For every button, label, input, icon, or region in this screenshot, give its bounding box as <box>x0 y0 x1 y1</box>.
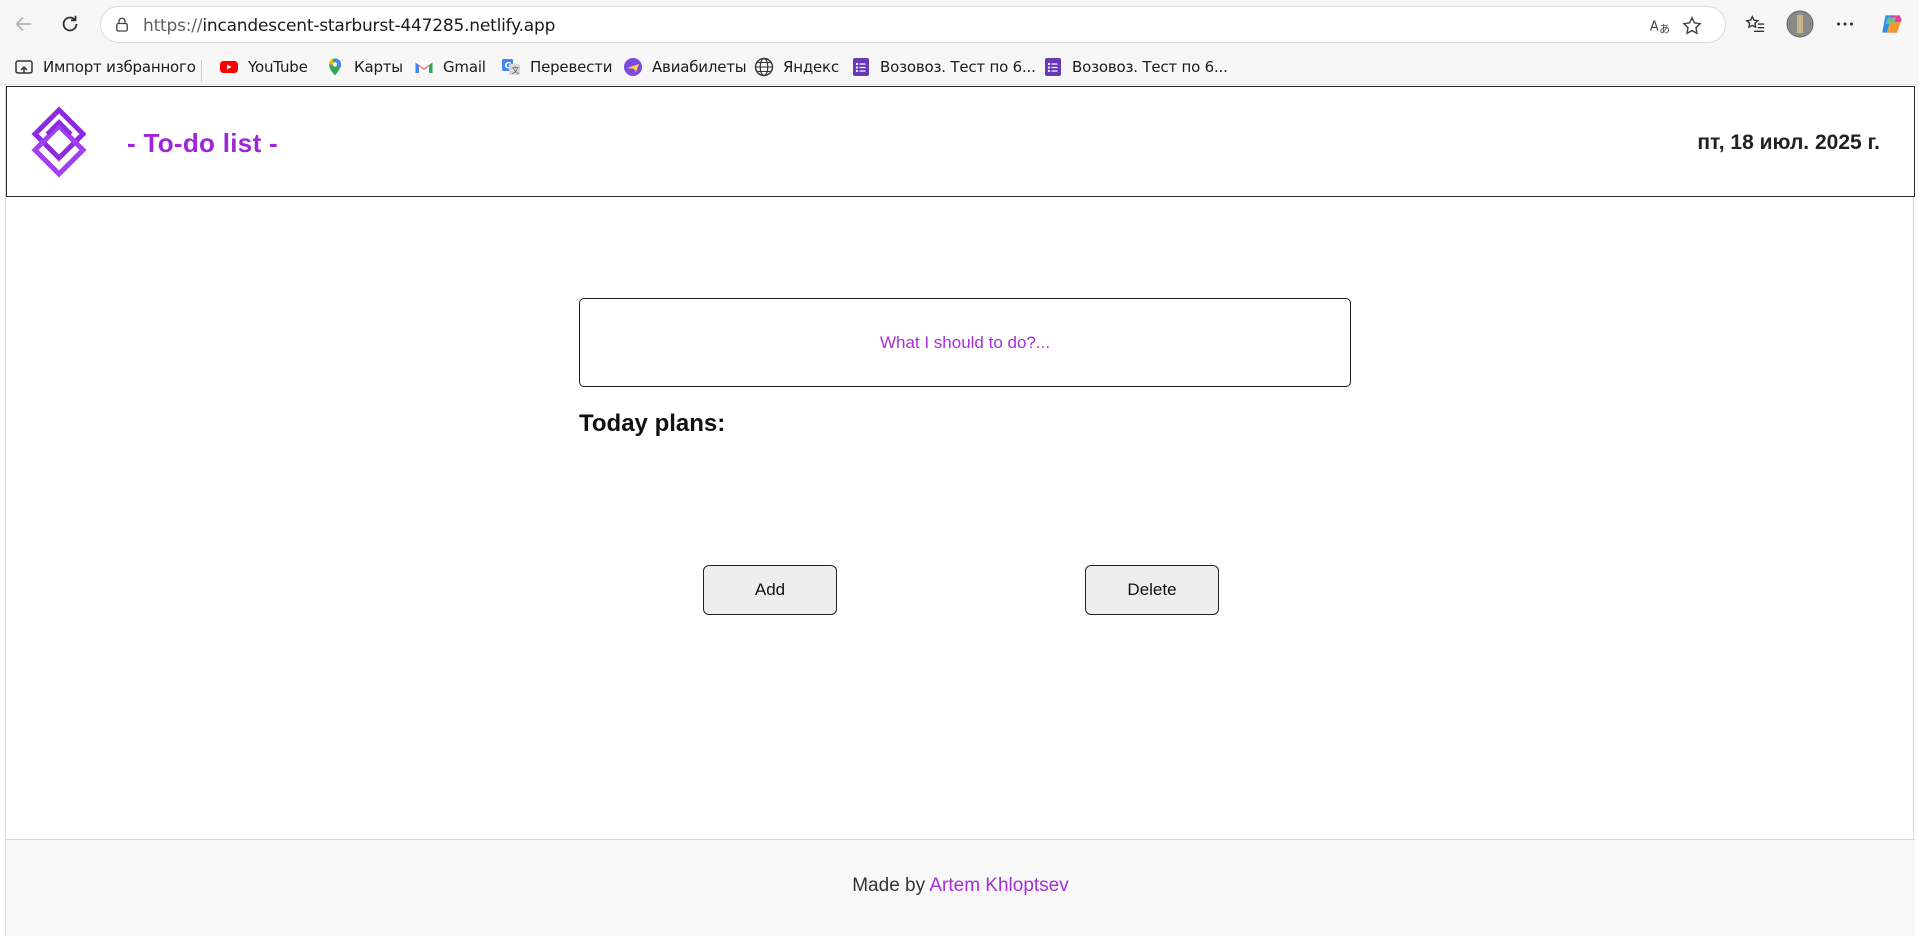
address-bar[interactable]: https://incandescent-starburst-447285.ne… <box>100 6 1726 43</box>
settings-more-button[interactable] <box>1829 8 1861 40</box>
avatar <box>1786 10 1814 38</box>
favorites-button[interactable] <box>1739 8 1771 40</box>
youtube-icon <box>219 57 239 77</box>
url-text[interactable]: https://incandescent-starburst-447285.ne… <box>143 16 555 36</box>
url-host: incandescent-starburst-447285.netlify.ap… <box>202 16 556 36</box>
import-favorites-icon <box>14 57 34 77</box>
page-content: - To-do list - пт, 18 июл. 2025 г. Today… <box>5 86 1915 936</box>
back-button[interactable] <box>8 8 40 40</box>
translate-icon: G文 <box>501 57 521 77</box>
bookmarks-bar: Импорт избранного YouTube Карты Gmail G文… <box>0 48 1919 85</box>
bookmark-yandex[interactable]: Яндекс <box>754 55 839 79</box>
bookmark-maps[interactable]: Карты <box>325 55 403 79</box>
site-header: - To-do list - пт, 18 июл. 2025 г. <box>6 86 1915 197</box>
page-title: - To-do list - <box>127 128 279 158</box>
site-footer: Made by Artem Khloptsev <box>6 839 1915 936</box>
bookmark-vozovoz-test-1[interactable]: Возовоз. Тест по 6... <box>851 55 1036 79</box>
reload-button[interactable] <box>54 8 86 40</box>
bookmark-label: Карты <box>354 58 403 76</box>
bookmark-label: Возовоз. Тест по 6... <box>880 58 1036 76</box>
task-input[interactable] <box>579 298 1351 387</box>
profile-button[interactable] <box>1784 8 1816 40</box>
url-protocol: https:// <box>143 16 203 36</box>
bookmarks-divider <box>201 60 202 82</box>
footer-credit: Made by Artem Khloptsev <box>6 875 1915 897</box>
reload-icon <box>62 15 78 32</box>
svg-text:A: A <box>1650 20 1659 35</box>
plans-heading: Today plans: <box>579 410 726 437</box>
bookmark-label: Авиабилеты <box>652 58 747 76</box>
flights-icon <box>623 57 643 77</box>
svg-text:あ: あ <box>1659 22 1670 35</box>
footer-prefix: Made by <box>852 875 930 896</box>
bookmark-label: YouTube <box>248 58 308 76</box>
logo-diamond-icon <box>31 106 87 178</box>
plans-list <box>579 448 1351 528</box>
bookmark-youtube[interactable]: YouTube <box>219 55 308 79</box>
bookmark-import-favorites[interactable]: Импорт избранного <box>14 55 196 79</box>
bookmark-label: Возовоз. Тест по 6... <box>1072 58 1228 76</box>
favorite-star-icon[interactable] <box>1681 15 1703 37</box>
gmail-icon <box>414 57 434 77</box>
current-date: пт, 18 июл. 2025 г. <box>1697 131 1880 154</box>
bookmark-label: Перевести <box>530 58 613 76</box>
bookmark-flights[interactable]: Авиабилеты <box>623 55 747 79</box>
globe-icon <box>754 57 774 77</box>
bookmark-vozovoz-test-2[interactable]: Возовоз. Тест по 6... <box>1043 55 1228 79</box>
more-dots-icon <box>1837 22 1853 26</box>
forms-list-icon <box>1043 57 1063 77</box>
author-link[interactable]: Artem Khloptsev <box>929 875 1068 896</box>
bookmark-label: Gmail <box>443 58 486 76</box>
svg-text:文: 文 <box>512 65 520 75</box>
arrow-left-icon <box>15 16 32 32</box>
copilot-icon <box>1882 15 1902 33</box>
bookmark-label: Импорт избранного <box>43 58 196 76</box>
site-info-lock-icon[interactable] <box>113 16 131 34</box>
bookmark-gmail[interactable]: Gmail <box>414 55 486 79</box>
copilot-button[interactable] <box>1876 8 1908 40</box>
favorites-list-icon <box>1745 15 1765 33</box>
delete-button[interactable]: Delete <box>1085 565 1219 615</box>
maps-pin-icon <box>325 57 345 77</box>
read-aloud-translate-icon[interactable]: Aあ <box>1649 15 1671 37</box>
forms-list-icon <box>851 57 871 77</box>
bookmark-label: Яндекс <box>783 58 839 76</box>
add-button[interactable]: Add <box>703 565 837 615</box>
bookmark-translate[interactable]: G文 Перевести <box>501 55 612 79</box>
browser-toolbar: https://incandescent-starburst-447285.ne… <box>0 0 1919 48</box>
